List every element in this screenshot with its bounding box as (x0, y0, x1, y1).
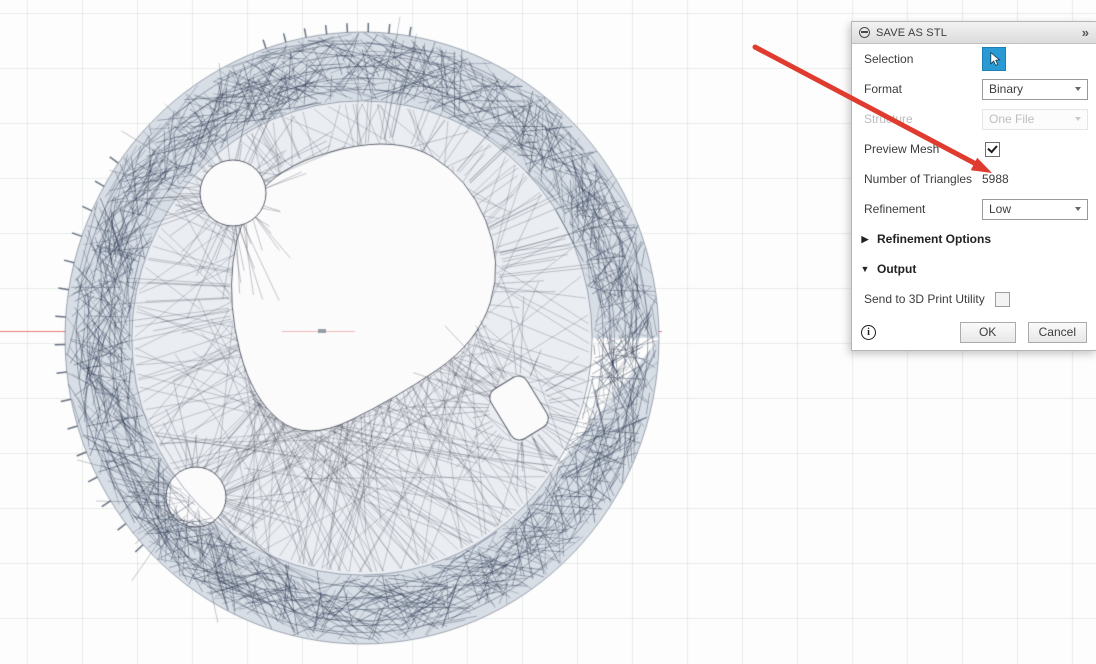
triangle-down-icon: ▼ (860, 264, 870, 274)
expand-panel-icon[interactable]: » (1082, 26, 1089, 39)
row-number-of-triangles: Number of Triangles 5988 (852, 164, 1096, 194)
refinement-dropdown[interactable]: Low (982, 198, 1088, 220)
structure-dropdown: One File (982, 108, 1088, 130)
ok-button[interactable]: OK (959, 321, 1016, 343)
structure-value: One File (989, 112, 1035, 126)
number-of-triangles-value: 5988 (982, 172, 1009, 186)
row-send-to-3d-print: Send to 3D Print Utility (852, 284, 1096, 314)
number-of-triangles-label: Number of Triangles (864, 172, 973, 186)
dialog-header[interactable]: SAVE AS STL » (852, 22, 1096, 44)
row-structure: Structure One File (852, 104, 1096, 134)
format-label: Format (864, 82, 903, 96)
chevron-down-icon (1075, 87, 1081, 91)
selection-label: Selection (864, 52, 914, 66)
preview-mesh-label: Preview Mesh (864, 142, 940, 156)
collapse-circle-icon[interactable] (859, 27, 870, 38)
footer-buttons: OK Cancel (959, 321, 1087, 343)
cancel-button[interactable]: Cancel (1027, 321, 1087, 343)
chevron-down-icon (1075, 117, 1081, 121)
section-refinement-options[interactable]: ▶ Refinement Options (852, 224, 1096, 254)
format-dropdown[interactable]: Binary (982, 78, 1088, 100)
preview-mesh-checkbox[interactable] (985, 141, 1000, 157)
row-selection: Selection (852, 44, 1096, 74)
send-to-3d-label: Send to 3D Print Utility (864, 292, 985, 306)
refinement-label: Refinement (864, 202, 926, 216)
send-to-3d-checkbox[interactable] (994, 291, 1010, 307)
refinement-value: Low (989, 202, 1012, 216)
info-icon[interactable]: i (861, 324, 876, 340)
chevron-down-icon (1075, 207, 1081, 211)
cursor-icon (990, 51, 1001, 66)
format-value: Binary (989, 82, 1024, 96)
triangle-right-icon: ▶ (861, 233, 869, 244)
structure-label: Structure (864, 112, 913, 126)
output-label: Output (877, 262, 917, 276)
row-preview-mesh: Preview Mesh (852, 134, 1096, 164)
selection-button[interactable] (982, 47, 1006, 71)
row-refinement: Refinement Low (852, 194, 1096, 224)
section-output[interactable]: ▼ Output (852, 254, 1096, 284)
dialog-footer: i OK Cancel (852, 314, 1096, 350)
row-format: Format Binary (852, 74, 1096, 104)
app-window: SAVE AS STL » Selection Format Binary St… (0, 0, 1096, 664)
refinement-options-label: Refinement Options (877, 232, 992, 246)
dialog-title: SAVE AS STL (876, 26, 948, 39)
save-as-stl-dialog: SAVE AS STL » Selection Format Binary St… (851, 21, 1096, 351)
